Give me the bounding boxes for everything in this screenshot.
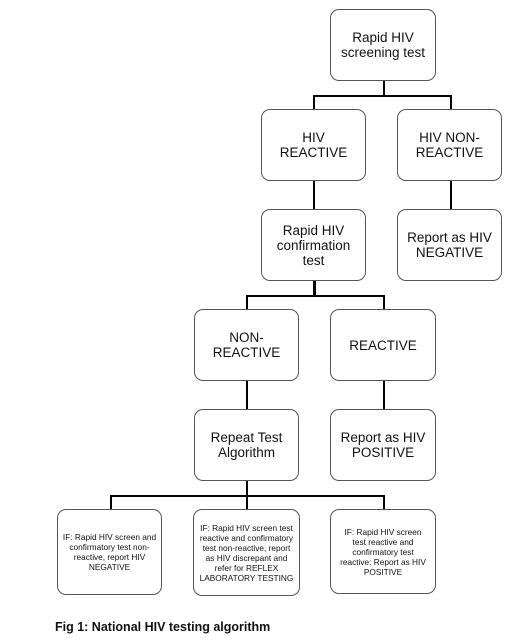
node-confirmation-test: Rapid HIV confirmation test [261, 209, 366, 281]
connector-branch-1 [313, 95, 451, 97]
connector-nonreactive-to-report-negative [450, 181, 452, 209]
connector-to-outcome-positive [383, 495, 385, 509]
connector-confirmation-down [313, 281, 316, 296]
connector-branch-3 [110, 495, 384, 497]
connector-to-reactive [383, 295, 385, 309]
connector-branch-2 [246, 295, 384, 297]
connector-to-hiv-non-reactive [450, 95, 452, 109]
connector-screening-down [383, 81, 385, 96]
node-outcome-positive: IF: Rapid HIV screen test reactive and c… [330, 509, 436, 594]
node-hiv-reactive: HIV REACTIVE [261, 109, 366, 181]
connector-to-non-reactive [246, 295, 248, 309]
figure-caption: Fig 1: National HIV testing algorithm [55, 620, 271, 634]
node-non-reactive: NON-REACTIVE [194, 309, 299, 381]
node-hiv-non-reactive: HIV NON-REACTIVE [397, 109, 502, 181]
node-report-positive: Report as HIV POSITIVE [330, 409, 436, 481]
node-outcome-discrepant: IF: Rapid HIV screen test reactive and c… [193, 509, 300, 596]
node-reactive: REACTIVE [330, 309, 436, 381]
connector-to-outcome-negative [110, 495, 112, 509]
connector-to-hiv-reactive [313, 95, 315, 109]
node-outcome-negative: IF: Rapid HIV screen and confirmatory te… [57, 509, 162, 595]
connector-reactive-to-confirmation [313, 181, 315, 209]
node-report-negative: Report as HIV NEGATIVE [397, 209, 502, 281]
connector-nonreactive-to-repeat [246, 381, 248, 409]
connector-reactive-to-report-positive [383, 381, 385, 409]
node-repeat-test-algorithm: Repeat Test Algorithm [194, 409, 299, 481]
node-screening-test: Rapid HIV screening test [330, 9, 436, 81]
